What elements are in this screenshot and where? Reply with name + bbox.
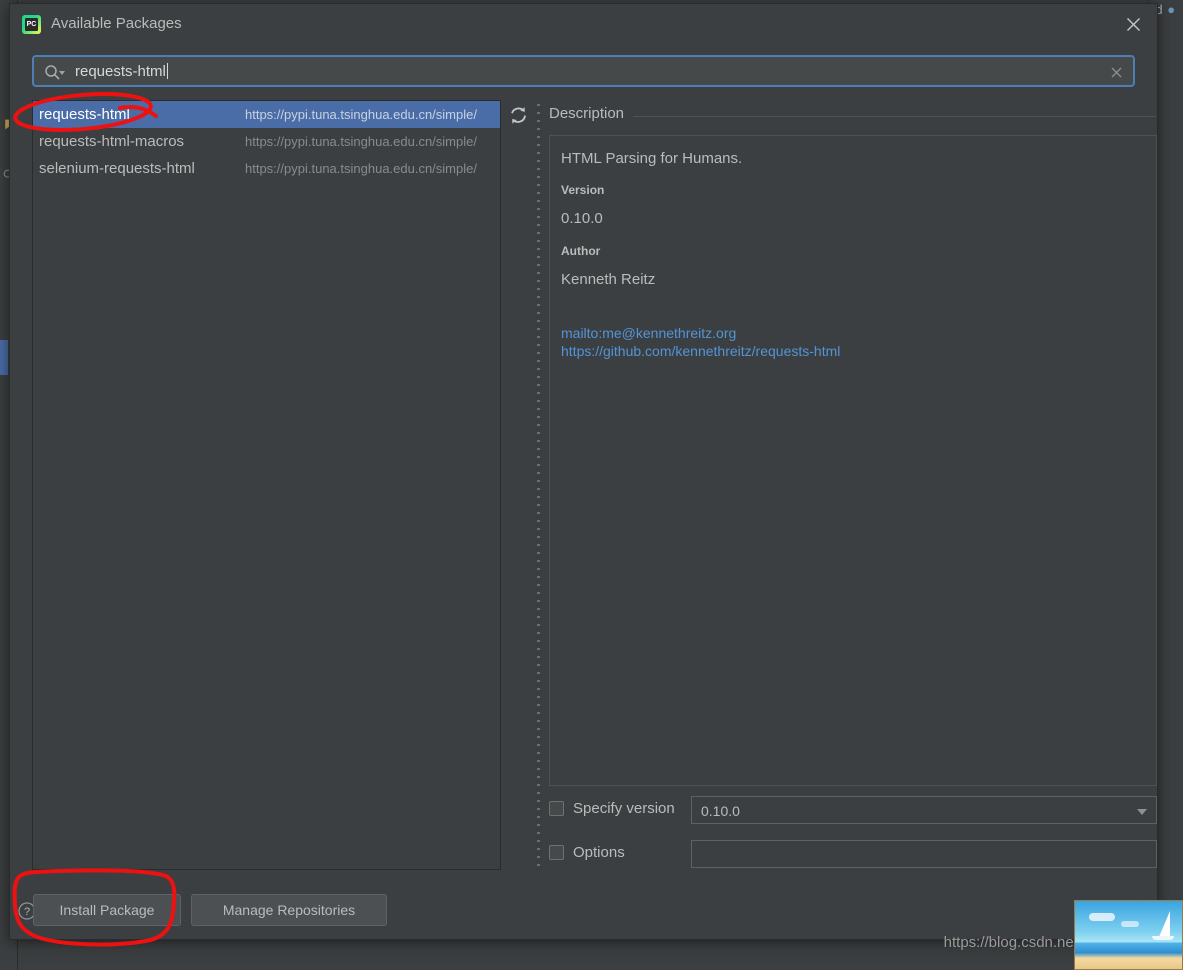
panel-splitter[interactable] [534, 100, 544, 870]
package-name: requests-html [39, 101, 130, 128]
dialog-title: Available Packages [51, 15, 182, 32]
refresh-icon[interactable] [508, 105, 529, 126]
options-input[interactable] [691, 840, 1157, 868]
package-links: mailto:me@kennethreitz.org https://githu… [561, 324, 1144, 360]
options-checkbox[interactable] [549, 845, 564, 860]
package-name: requests-html-macros [39, 128, 184, 155]
description-title: Description [549, 105, 624, 122]
version-value: 0.10.0 [561, 210, 1144, 227]
svg-text:?: ? [24, 906, 30, 918]
clear-icon[interactable] [1109, 65, 1124, 80]
options-label: Options [573, 842, 625, 864]
manage-repositories-button[interactable]: Manage Repositories [191, 894, 387, 926]
chevron-down-icon[interactable] [59, 71, 65, 75]
version-select-value: 0.10.0 [701, 801, 740, 821]
available-packages-dialog: PC Available Packages requests-html re [9, 3, 1158, 940]
table-row[interactable]: requests-html https://pypi.tuna.tsinghua… [33, 101, 500, 128]
package-summary: HTML Parsing for Humans. [561, 150, 1144, 167]
divider [633, 116, 1156, 117]
options-row: Options [549, 840, 709, 868]
ide-left-active-indicator [0, 340, 8, 375]
specify-version-label: Specify version [573, 798, 675, 820]
table-row[interactable]: selenium-requests-html https://pypi.tuna… [33, 155, 500, 182]
screen: ▫ ▬ ▬ ◢ ☽ ld ● PC Available Packages [0, 0, 1183, 970]
package-repo: https://pypi.tuna.tsinghua.edu.cn/simple… [245, 101, 477, 128]
description-panel: HTML Parsing for Humans. Version 0.10.0 … [549, 135, 1157, 786]
table-row[interactable]: requests-html-macros https://pypi.tuna.t… [33, 128, 500, 155]
install-package-button[interactable]: Install Package [33, 894, 181, 926]
specify-version-checkbox[interactable] [549, 801, 564, 816]
version-select[interactable]: 0.10.0 [691, 796, 1157, 824]
dialog-titlebar: PC Available Packages [10, 4, 1157, 44]
search-input[interactable]: requests-html [32, 55, 1135, 87]
package-list[interactable]: requests-html https://pypi.tuna.tsinghua… [32, 100, 501, 870]
watermark-thumbnail [1074, 900, 1183, 970]
author-value: Kenneth Reitz [561, 271, 1144, 288]
pycharm-icon: PC [22, 15, 41, 34]
close-icon[interactable] [1124, 15, 1143, 34]
package-repo: https://pypi.tuna.tsinghua.edu.cn/simple… [245, 155, 477, 182]
specify-version-row: Specify version [549, 796, 709, 824]
package-repo: https://pypi.tuna.tsinghua.edu.cn/simple… [245, 128, 477, 155]
version-label: Version [561, 183, 1144, 197]
description-header: Description [549, 105, 1156, 127]
homepage-link[interactable]: https://github.com/kennethreitz/requests… [561, 342, 1144, 360]
mail-link[interactable]: mailto:me@kennethreitz.org [561, 324, 1144, 342]
chevron-down-icon[interactable] [1137, 809, 1147, 815]
search-input-value: requests-html [75, 62, 168, 82]
refresh-column [501, 100, 535, 870]
author-label: Author [561, 244, 1144, 258]
package-name: selenium-requests-html [39, 155, 195, 182]
